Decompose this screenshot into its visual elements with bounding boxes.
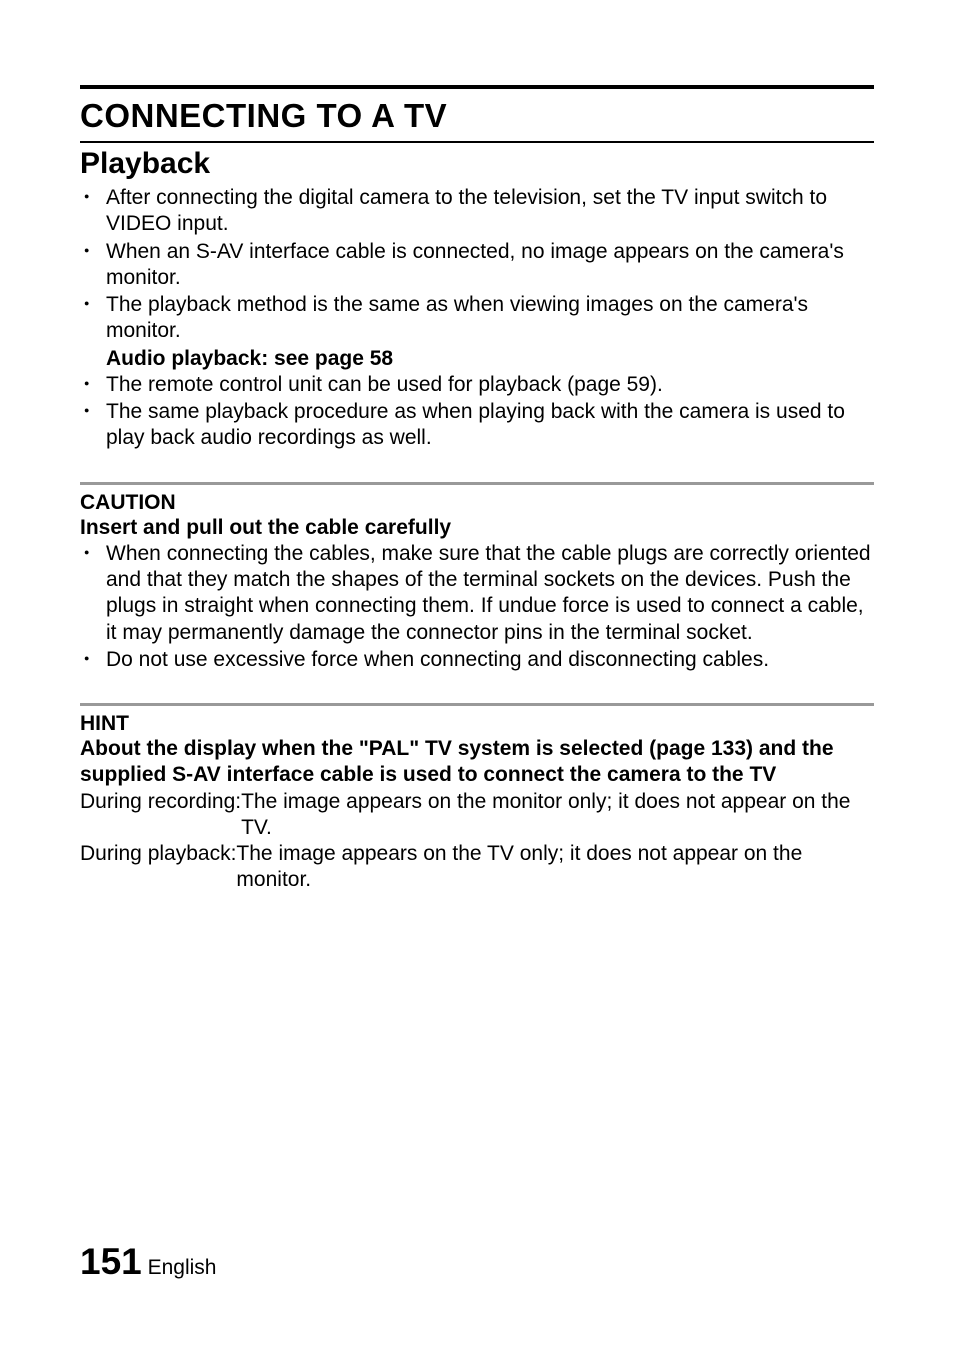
list-item: The same playback procedure as when play… (106, 399, 874, 452)
list-item: When an S-AV interface cable is connecte… (106, 239, 874, 292)
hint-label: HINT (80, 712, 874, 736)
hint-row: During recording: The image appears on t… (80, 789, 874, 842)
audio-playback-line: Audio playback: see page 58 (80, 346, 874, 372)
list-item: When connecting the cables, make sure th… (106, 541, 874, 646)
list-item: Do not use excessive force when connecti… (106, 647, 874, 673)
page-language: English (148, 1256, 217, 1279)
playback-bullets-2: The remote control unit can be used for … (80, 372, 874, 452)
caution-label: CAUTION (80, 491, 874, 515)
hint-heading: About the display when the "PAL" TV syst… (80, 736, 874, 789)
hint-val: The image appears on the monitor only; i… (241, 789, 874, 842)
divider (80, 482, 874, 485)
hint-key: During recording: (80, 789, 241, 842)
caution-heading: Insert and pull out the cable carefully (80, 515, 874, 541)
page-footer: 151 English (80, 1241, 216, 1283)
title-rule-bottom (80, 141, 874, 143)
title-rule-top (80, 85, 874, 89)
divider (80, 703, 874, 706)
page-title: CONNECTING TO A TV (80, 95, 874, 141)
list-item: The remote control unit can be used for … (106, 372, 874, 398)
section-heading: Playback (80, 147, 874, 181)
list-item: The playback method is the same as when … (106, 292, 874, 345)
hint-body: During recording: The image appears on t… (80, 789, 874, 894)
caution-bullets: When connecting the cables, make sure th… (80, 541, 874, 673)
playback-bullets-1: After connecting the digital camera to t… (80, 185, 874, 345)
hint-row: During playback: The image appears on th… (80, 841, 874, 894)
hint-key: During playback: (80, 841, 236, 894)
list-item: After connecting the digital camera to t… (106, 185, 874, 238)
page-number: 151 (80, 1241, 142, 1282)
hint-val: The image appears on the TV only; it doe… (236, 841, 874, 894)
